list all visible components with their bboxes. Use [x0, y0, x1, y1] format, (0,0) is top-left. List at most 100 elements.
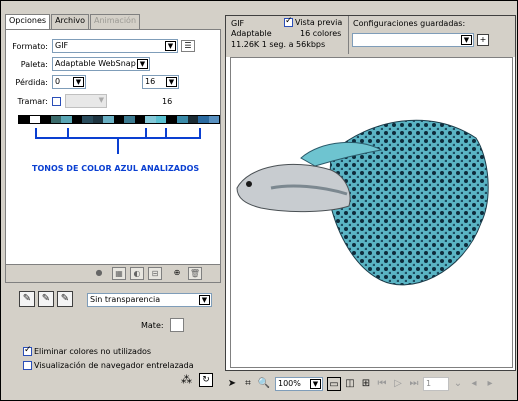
tab-strip: Opciones Archivo Animación [5, 14, 141, 30]
color-swatch-strip [18, 115, 220, 124]
format-select[interactable]: GIF ▼ [52, 39, 178, 53]
preview-toggle[interactable]: Vista previa [284, 16, 342, 27]
zoom-icon[interactable]: 🔍 [257, 377, 271, 391]
two-up-view-icon[interactable]: ◫ [343, 377, 357, 391]
color-swatch[interactable] [92, 116, 104, 123]
color-swatch[interactable] [176, 116, 188, 123]
first-frame-icon[interactable]: ⏮ [375, 377, 389, 391]
web-safe-icon[interactable]: ◐ [130, 267, 144, 280]
saved-settings-select[interactable]: ▼ [352, 33, 474, 47]
last-frame-icon[interactable]: ⏭ [407, 377, 421, 391]
lock-icon[interactable]: ⊟ [148, 267, 162, 280]
color-swatch[interactable] [166, 116, 177, 123]
fish-eye [246, 181, 252, 187]
header-divider [348, 16, 349, 54]
transparency-select[interactable]: Sin transparencia ▼ [87, 293, 212, 307]
dither-checkbox[interactable] [52, 96, 61, 106]
loss-label: Pérdida: [15, 77, 48, 87]
loss-row: Pérdida: 0 ▼ 16 ▼ [8, 75, 179, 89]
chevron-down-icon: ▼ [166, 77, 177, 87]
color-swatch[interactable] [50, 116, 62, 123]
color-swatch[interactable] [198, 116, 209, 123]
interlaced-checkbox[interactable] [23, 361, 32, 370]
chevron-down-icon: ▼ [137, 59, 148, 69]
format-row: Formato: GIF ▼ ☰ [8, 39, 195, 53]
swatch-toolbar: ● ▦ ◐ ⊟ ⊕ 🗑 [5, 265, 221, 283]
loss-select[interactable]: 0 ▼ [52, 75, 86, 89]
color-swatch[interactable] [40, 116, 51, 123]
color-swatch[interactable] [145, 116, 156, 123]
checkbox-remove-unused[interactable]: Eliminar colores no utilizados [23, 345, 151, 356]
remove-unused-checkbox[interactable] [23, 345, 32, 356]
color-swatch[interactable] [187, 116, 199, 123]
trash-icon[interactable]: 🗑 [188, 267, 202, 280]
palette-value: Adaptable WebSnap [55, 59, 136, 68]
add-color-icon[interactable]: ⊕ [170, 267, 184, 280]
color-swatch[interactable] [134, 116, 146, 123]
preview-colors: 16 colores [300, 29, 342, 38]
chevron-down-icon: ▼ [165, 41, 176, 51]
color-swatch[interactable] [113, 116, 125, 123]
next-frame-icon[interactable]: ▸ [483, 377, 497, 391]
palette-label: Paleta: [20, 59, 48, 69]
format-value: GIF [55, 41, 69, 50]
tab-opciones[interactable]: Opciones [5, 14, 51, 30]
guppy-fish-image [231, 108, 512, 318]
zoom-value: 100% [278, 379, 301, 388]
frame-select[interactable]: 1 [423, 377, 449, 391]
matte-row: Mate: [141, 318, 184, 332]
chevron-down-icon: ▼ [98, 96, 104, 104]
pointer-icon[interactable]: ➤ [225, 377, 239, 391]
color-swatch[interactable] [19, 116, 30, 123]
fireworks-optimize-panel: Opciones Archivo Animación Formato: GIF … [1, 1, 517, 400]
palette-select[interactable]: Adaptable WebSnap ▼ [52, 57, 150, 71]
dither-row: Tramar: ▼ 16 [8, 94, 172, 108]
color-swatch[interactable] [103, 116, 114, 123]
tab-animacion[interactable]: Animación [89, 14, 141, 29]
color-swatch[interactable] [71, 116, 83, 123]
colors-count: 16 [162, 96, 173, 106]
color-swatch[interactable] [208, 116, 220, 123]
zoom-select[interactable]: 100% ▼ [275, 377, 323, 391]
single-view-icon[interactable]: ▭ [327, 377, 341, 391]
prev-frame-icon[interactable]: ◂ [467, 377, 481, 391]
image-preview [230, 57, 513, 368]
color-swatch[interactable] [29, 116, 41, 123]
frame-number: 1 [426, 379, 432, 388]
optimize-wand-icon[interactable]: ⁂ [181, 373, 192, 386]
eyedropper-icon[interactable]: ✎ [19, 291, 35, 307]
eyedropper-remove-icon[interactable]: ✎ [57, 291, 73, 307]
tab-archivo[interactable]: Archivo [51, 14, 89, 29]
crop-icon[interactable]: ⌗ [241, 377, 255, 391]
annotation-label: TONOS DE COLOR AZUL ANALIZADOS [32, 164, 200, 173]
preview-format: GIF [231, 19, 245, 28]
preview-checkbox[interactable] [284, 16, 293, 27]
color-swatch[interactable] [124, 116, 135, 123]
dither-select[interactable]: ▼ [65, 94, 107, 108]
four-up-view-icon[interactable]: ⊞ [359, 377, 373, 391]
play-icon[interactable]: ▷ [391, 377, 405, 391]
color-swatch[interactable] [82, 116, 93, 123]
annotation-bracket [35, 128, 201, 154]
chevron-down-icon: ▼ [310, 379, 321, 389]
colors-select[interactable]: 16 ▼ [142, 75, 179, 89]
color-swatch[interactable] [155, 116, 167, 123]
frame-dropdown-icon[interactable]: ⌄ [451, 377, 465, 391]
eyedropper-add-icon[interactable]: ✎ [38, 291, 54, 307]
grid-icon[interactable]: ▦ [112, 267, 126, 280]
preview-header: GIF Vista previa Adaptable 16 colores 11… [226, 16, 515, 57]
interlaced-label: Visualización de navegador entrelazada [34, 361, 194, 370]
matte-color-swatch[interactable] [169, 318, 184, 332]
add-preset-icon[interactable]: + [477, 34, 489, 46]
color-swatch[interactable] [61, 116, 72, 123]
preview-palette: Adaptable [231, 29, 272, 38]
export-icon[interactable]: ↻ [199, 373, 213, 387]
chevron-down-icon: ▼ [73, 77, 84, 87]
preview-pane: GIF Vista previa Adaptable 16 colores 11… [225, 15, 516, 371]
preview-size-info: 11.26K 1 seg. a 56kbps [231, 40, 326, 49]
checkbox-interlaced[interactable]: Visualización de navegador entrelazada [23, 361, 194, 370]
options-menu-icon[interactable]: ☰ [181, 40, 195, 52]
dot-icon[interactable]: ● [92, 267, 106, 280]
chevron-down-icon: ▼ [199, 295, 210, 305]
chevron-down-icon: ▼ [461, 35, 472, 45]
